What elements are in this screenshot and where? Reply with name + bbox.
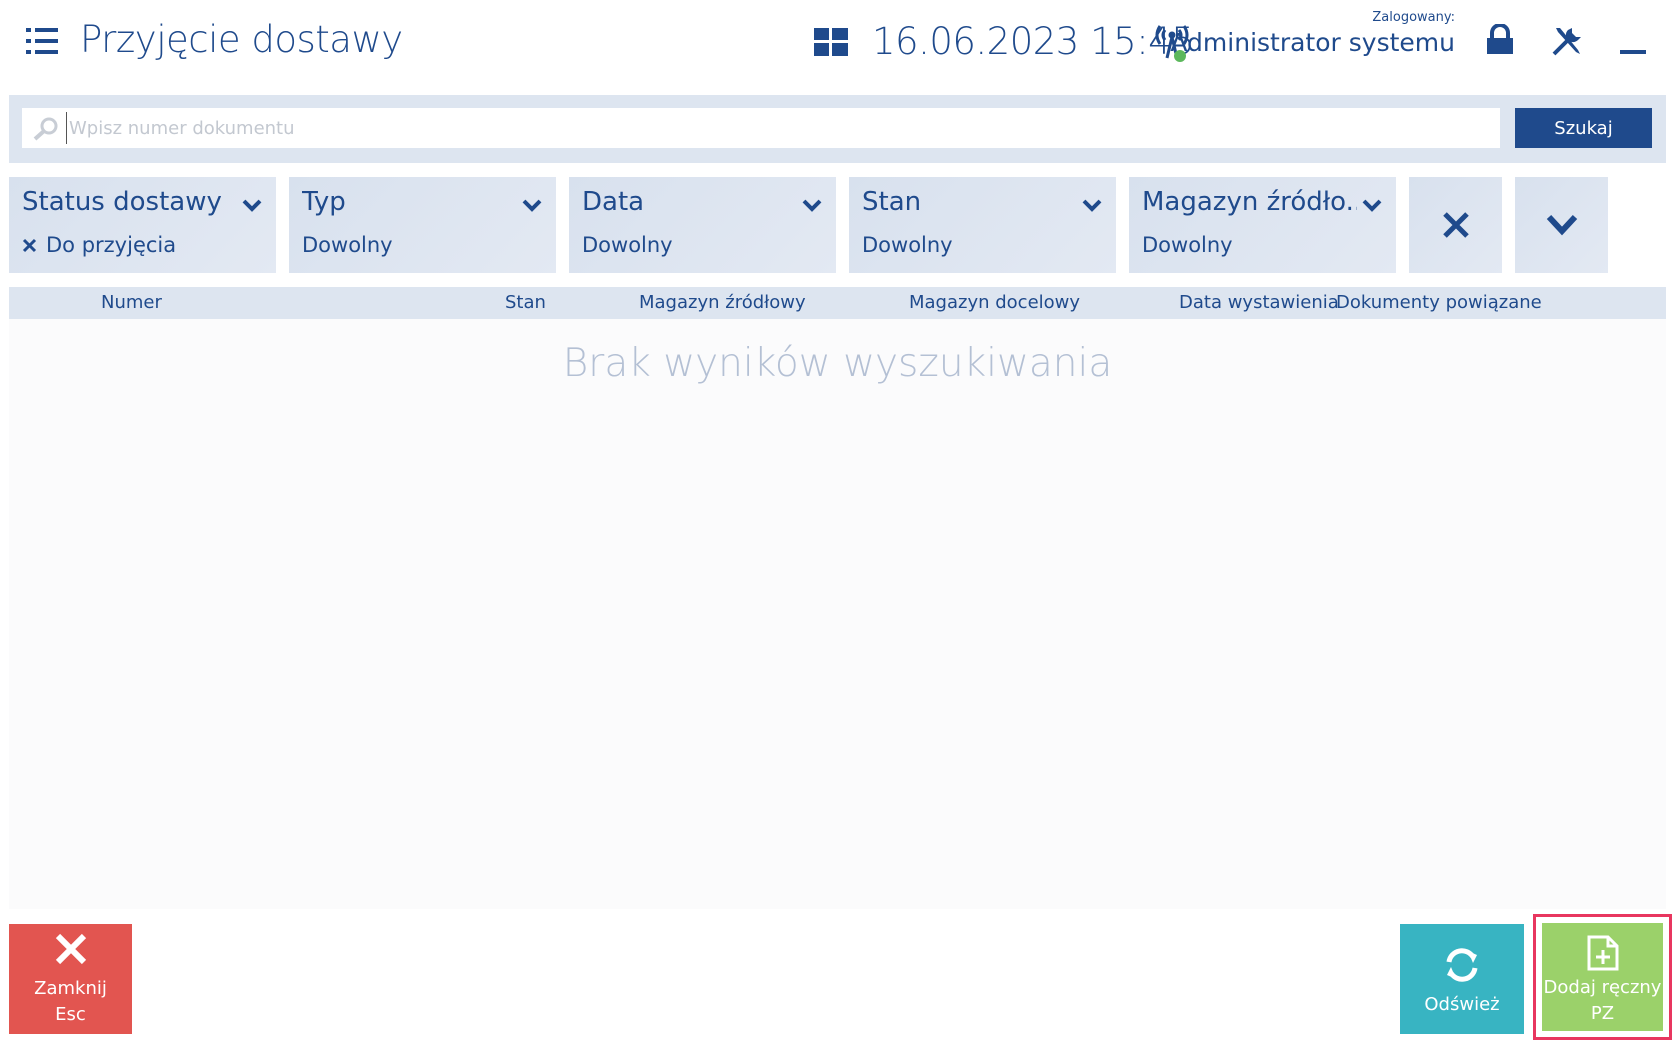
filter-value-text: Dowolny: [302, 233, 393, 257]
filter-value-text: Dowolny: [1142, 233, 1233, 257]
add-label-line1: Dodaj ręczny: [1543, 977, 1662, 998]
expand-filters-button[interactable]: [1515, 177, 1608, 273]
menu-list-icon[interactable]: [26, 26, 62, 56]
datetime: 16.06.2023 15:45: [872, 20, 1195, 63]
header: Przyjęcie dostawy 16.06.2023 15:45 Zalog…: [0, 0, 1675, 92]
search-input[interactable]: [66, 112, 1486, 144]
filter-source-warehouse[interactable]: Magazyn źródło... Dowolny: [1129, 177, 1396, 273]
chevron-down-icon: [1362, 199, 1382, 212]
chevron-down-icon: [1082, 199, 1102, 212]
filter-title: Typ: [302, 187, 346, 217]
add-label-line2: PZ: [1590, 1003, 1615, 1024]
filter-title: Stan: [862, 187, 922, 217]
minimize-icon[interactable]: [1618, 24, 1648, 58]
filter-value-text: Do przyjęcia: [46, 233, 177, 257]
empty-results-message: Brak wyników wyszukiwania: [562, 341, 1113, 386]
close-icon: [55, 933, 86, 965]
column-issue-date[interactable]: Data wystawienia: [1179, 292, 1339, 313]
close-icon: [1442, 212, 1469, 238]
chevron-down-icon: [522, 199, 542, 212]
logged-in-label: Zalogowany:: [1372, 10, 1455, 25]
search-box: [22, 108, 1500, 148]
search-icon: [32, 116, 60, 142]
chevron-down-icon: [1546, 214, 1577, 236]
add-manual-pz-highlight: Dodaj ręczny PZ: [1533, 914, 1672, 1040]
column-target-warehouse[interactable]: Magazyn docelowy: [909, 292, 1080, 313]
column-source-warehouse[interactable]: Magazyn źródłowy: [639, 292, 806, 313]
column-related-documents[interactable]: Dokumenty powiązane: [1336, 292, 1542, 313]
lock-icon[interactable]: [1485, 23, 1515, 58]
filter-type[interactable]: Typ Dowolny: [289, 177, 556, 273]
remove-filter-icon[interactable]: [22, 238, 37, 253]
column-state[interactable]: Stan: [505, 292, 546, 313]
filter-state[interactable]: Stan Dowolny: [849, 177, 1116, 273]
filter-date[interactable]: Data Dowolny: [569, 177, 836, 273]
filter-title: Magazyn źródło...: [1142, 187, 1357, 217]
add-document-icon: [1587, 935, 1618, 971]
search-bar: Szukaj: [9, 95, 1666, 163]
refresh-icon: [1446, 948, 1478, 982]
filter-value-text: Dowolny: [582, 233, 673, 257]
user-name: Administrator systemu: [1170, 28, 1455, 57]
search-button[interactable]: Szukaj: [1515, 108, 1652, 148]
results-list: Brak wyników wyszukiwania: [9, 319, 1666, 909]
refresh-label: Odśwież: [1424, 994, 1500, 1015]
filter-value: Do przyjęcia: [22, 233, 176, 257]
chevron-down-icon: [802, 199, 822, 212]
chevron-down-icon: [242, 199, 262, 212]
column-number[interactable]: Numer: [101, 292, 162, 313]
close-label: Zamknij: [34, 978, 107, 999]
refresh-button[interactable]: Odśwież: [1400, 924, 1524, 1034]
page-title: Przyjęcie dostawy: [80, 18, 403, 61]
filter-title: Data: [582, 187, 645, 217]
table-header: Numer Stan Magazyn źródłowy Magazyn doce…: [9, 287, 1666, 319]
add-manual-pz-button[interactable]: Dodaj ręczny PZ: [1542, 923, 1663, 1031]
close-shortcut: Esc: [55, 1004, 86, 1025]
settings-tools-icon[interactable]: [1550, 24, 1584, 58]
filter-delivery-status[interactable]: Status dostawy Do przyjęcia: [9, 177, 276, 273]
filter-value-text: Dowolny: [862, 233, 953, 257]
filter-title: Status dostawy: [22, 187, 222, 217]
clear-filters-button[interactable]: [1409, 177, 1502, 273]
windows-grid-icon[interactable]: [814, 28, 848, 56]
close-button[interactable]: Zamknij Esc: [9, 924, 132, 1034]
